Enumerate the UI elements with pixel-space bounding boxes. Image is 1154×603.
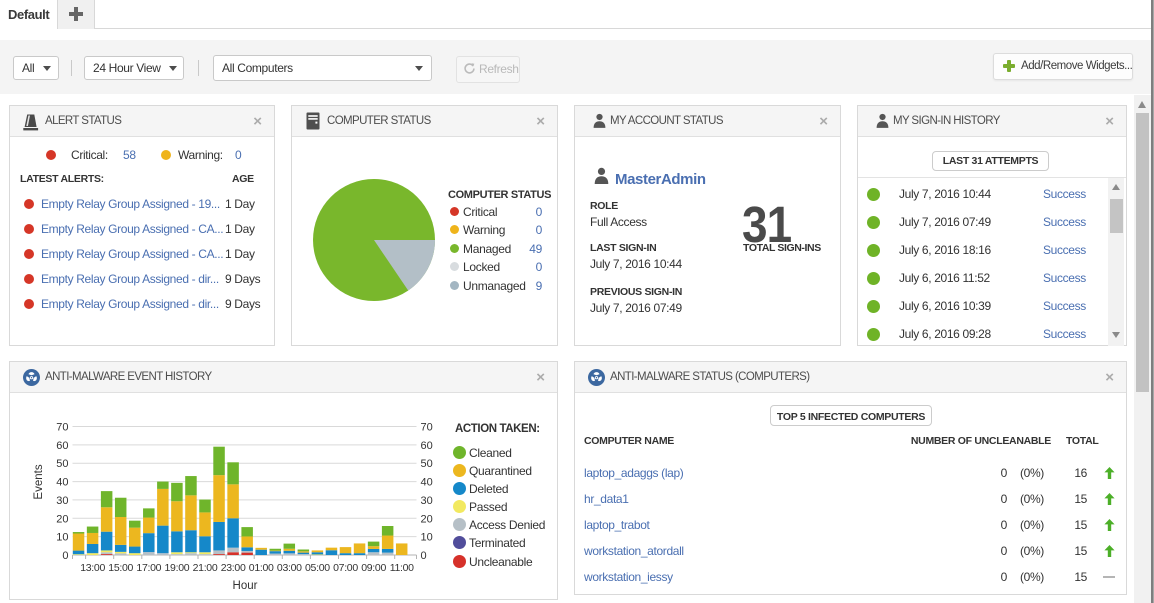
svg-text:10: 10 (421, 532, 433, 544)
svg-text:40: 40 (421, 477, 433, 489)
svg-text:70: 70 (421, 422, 433, 434)
svg-text:21:00: 21:00 (193, 562, 218, 574)
svg-text:01:00: 01:00 (249, 562, 274, 574)
svg-text:13:00: 13:00 (80, 562, 105, 574)
svg-text:03:00: 03:00 (277, 562, 302, 574)
svg-text:19:00: 19:00 (165, 562, 190, 574)
svg-text:23:00: 23:00 (221, 562, 246, 574)
svg-text:50: 50 (421, 458, 433, 470)
svg-text:60: 60 (56, 440, 68, 452)
svg-text:30: 30 (56, 495, 68, 507)
svg-text:70: 70 (56, 422, 68, 434)
svg-text:40: 40 (56, 477, 68, 489)
svg-text:15:00: 15:00 (108, 562, 133, 574)
svg-text:60: 60 (421, 440, 433, 452)
svg-text:20: 20 (56, 513, 68, 525)
svg-text:09:00: 09:00 (361, 562, 386, 574)
svg-text:30: 30 (421, 495, 433, 507)
svg-text:Hour: Hour (233, 580, 258, 592)
svg-text:0: 0 (421, 550, 427, 562)
svg-text:50: 50 (56, 458, 68, 470)
svg-text:Events: Events (33, 464, 45, 499)
svg-text:20: 20 (421, 513, 433, 525)
svg-text:05:00: 05:00 (305, 562, 330, 574)
svg-text:0: 0 (62, 550, 68, 562)
svg-text:07:00: 07:00 (333, 562, 358, 574)
svg-text:10: 10 (56, 532, 68, 544)
svg-text:17:00: 17:00 (136, 562, 161, 574)
svg-text:11:00: 11:00 (390, 562, 414, 574)
